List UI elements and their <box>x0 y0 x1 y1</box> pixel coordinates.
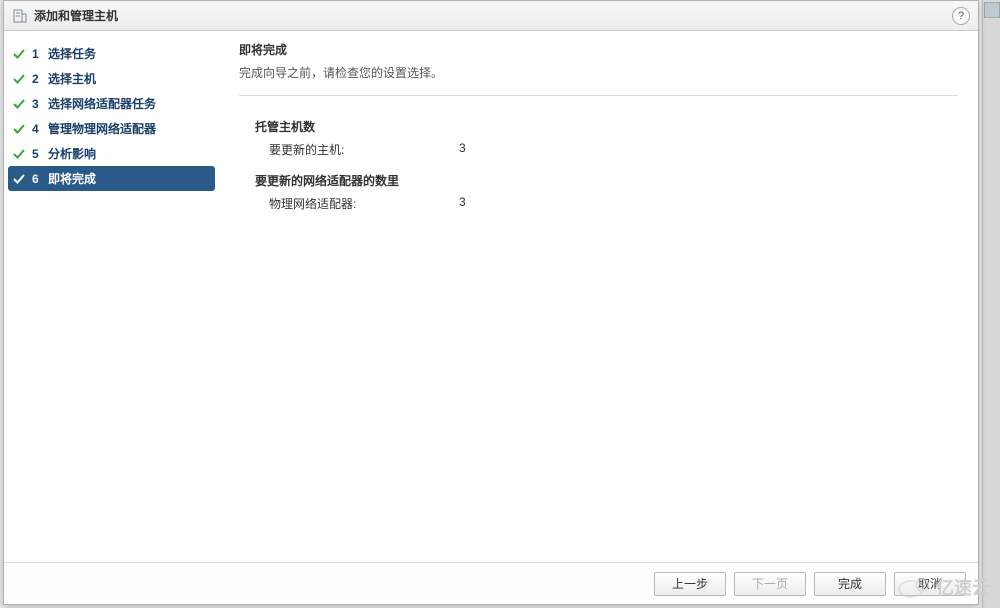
wizard-step-5[interactable]: 5 分析影响 <box>4 141 219 166</box>
summary-section: 要更新的网络适配器的数里物理网络适配器:3 <box>255 172 958 212</box>
check-icon <box>12 172 26 186</box>
help-icon[interactable]: ? <box>952 7 970 25</box>
check-icon <box>12 97 26 111</box>
step-label: 选择任务 <box>48 45 96 62</box>
summary-label: 要更新的主机: <box>269 141 459 158</box>
step-label: 选择网络适配器任务 <box>48 95 156 112</box>
panel-icon <box>984 2 1000 18</box>
wizard-step-2[interactable]: 2 选择主机 <box>4 66 219 91</box>
wizard-dialog: 添加和管理主机 ? 1 选择任务 2 选择主机 3 选择网络适配器任务 4 管理物理网络适配器… <box>3 0 979 605</box>
host-icon <box>12 8 28 24</box>
main-header: 即将完成 完成向导之前，请检查您的设置选择。 <box>239 41 958 96</box>
summary-value: 3 <box>459 195 499 212</box>
titlebar: 添加和管理主机 ? <box>4 1 978 31</box>
step-number: 1 <box>32 47 42 61</box>
page-title: 即将完成 <box>239 41 958 58</box>
step-label: 选择主机 <box>48 70 96 87</box>
check-icon <box>12 47 26 61</box>
wizard-step-1[interactable]: 1 选择任务 <box>4 41 219 66</box>
wizard-step-4[interactable]: 4 管理物理网络适配器 <box>4 116 219 141</box>
check-icon <box>12 72 26 86</box>
step-number: 6 <box>32 172 42 186</box>
wizard-main-panel: 即将完成 完成向导之前，请检查您的设置选择。 托管主机数要更新的主机:3要更新的… <box>219 31 978 562</box>
summary-heading: 要更新的网络适配器的数里 <box>255 172 958 189</box>
summary-label: 物理网络适配器: <box>269 195 459 212</box>
summary-row: 要更新的主机:3 <box>255 141 958 158</box>
wizard-step-3[interactable]: 3 选择网络适配器任务 <box>4 91 219 116</box>
step-number: 2 <box>32 72 42 86</box>
step-label: 即将完成 <box>48 170 96 187</box>
summary-content: 托管主机数要更新的主机:3要更新的网络适配器的数里物理网络适配器:3 <box>239 118 958 226</box>
dialog-footer: 上一步 下一页 完成 取消 <box>4 562 978 604</box>
dialog-body: 1 选择任务 2 选择主机 3 选择网络适配器任务 4 管理物理网络适配器 5 分析影响 6 即将完成… <box>4 31 978 562</box>
page-subtitle: 完成向导之前，请检查您的设置选择。 <box>239 64 958 81</box>
summary-value: 3 <box>459 141 499 158</box>
step-number: 4 <box>32 122 42 136</box>
cancel-button[interactable]: 取消 <box>894 572 966 596</box>
step-label: 分析影响 <box>48 145 96 162</box>
wizard-steps-sidebar: 1 选择任务 2 选择主机 3 选择网络适配器任务 4 管理物理网络适配器 5 分析影响 6 即将完成 <box>4 31 219 562</box>
dialog-title: 添加和管理主机 <box>34 7 952 24</box>
back-button[interactable]: 上一步 <box>654 572 726 596</box>
step-label: 管理物理网络适配器 <box>48 120 156 137</box>
summary-section: 托管主机数要更新的主机:3 <box>255 118 958 158</box>
check-icon <box>12 122 26 136</box>
step-number: 5 <box>32 147 42 161</box>
summary-heading: 托管主机数 <box>255 118 958 135</box>
step-number: 3 <box>32 97 42 111</box>
summary-row: 物理网络适配器:3 <box>255 195 958 212</box>
wizard-step-6: 6 即将完成 <box>8 166 215 191</box>
check-icon <box>12 147 26 161</box>
background-panel-strip <box>982 0 1000 608</box>
finish-button[interactable]: 完成 <box>814 572 886 596</box>
next-button: 下一页 <box>734 572 806 596</box>
